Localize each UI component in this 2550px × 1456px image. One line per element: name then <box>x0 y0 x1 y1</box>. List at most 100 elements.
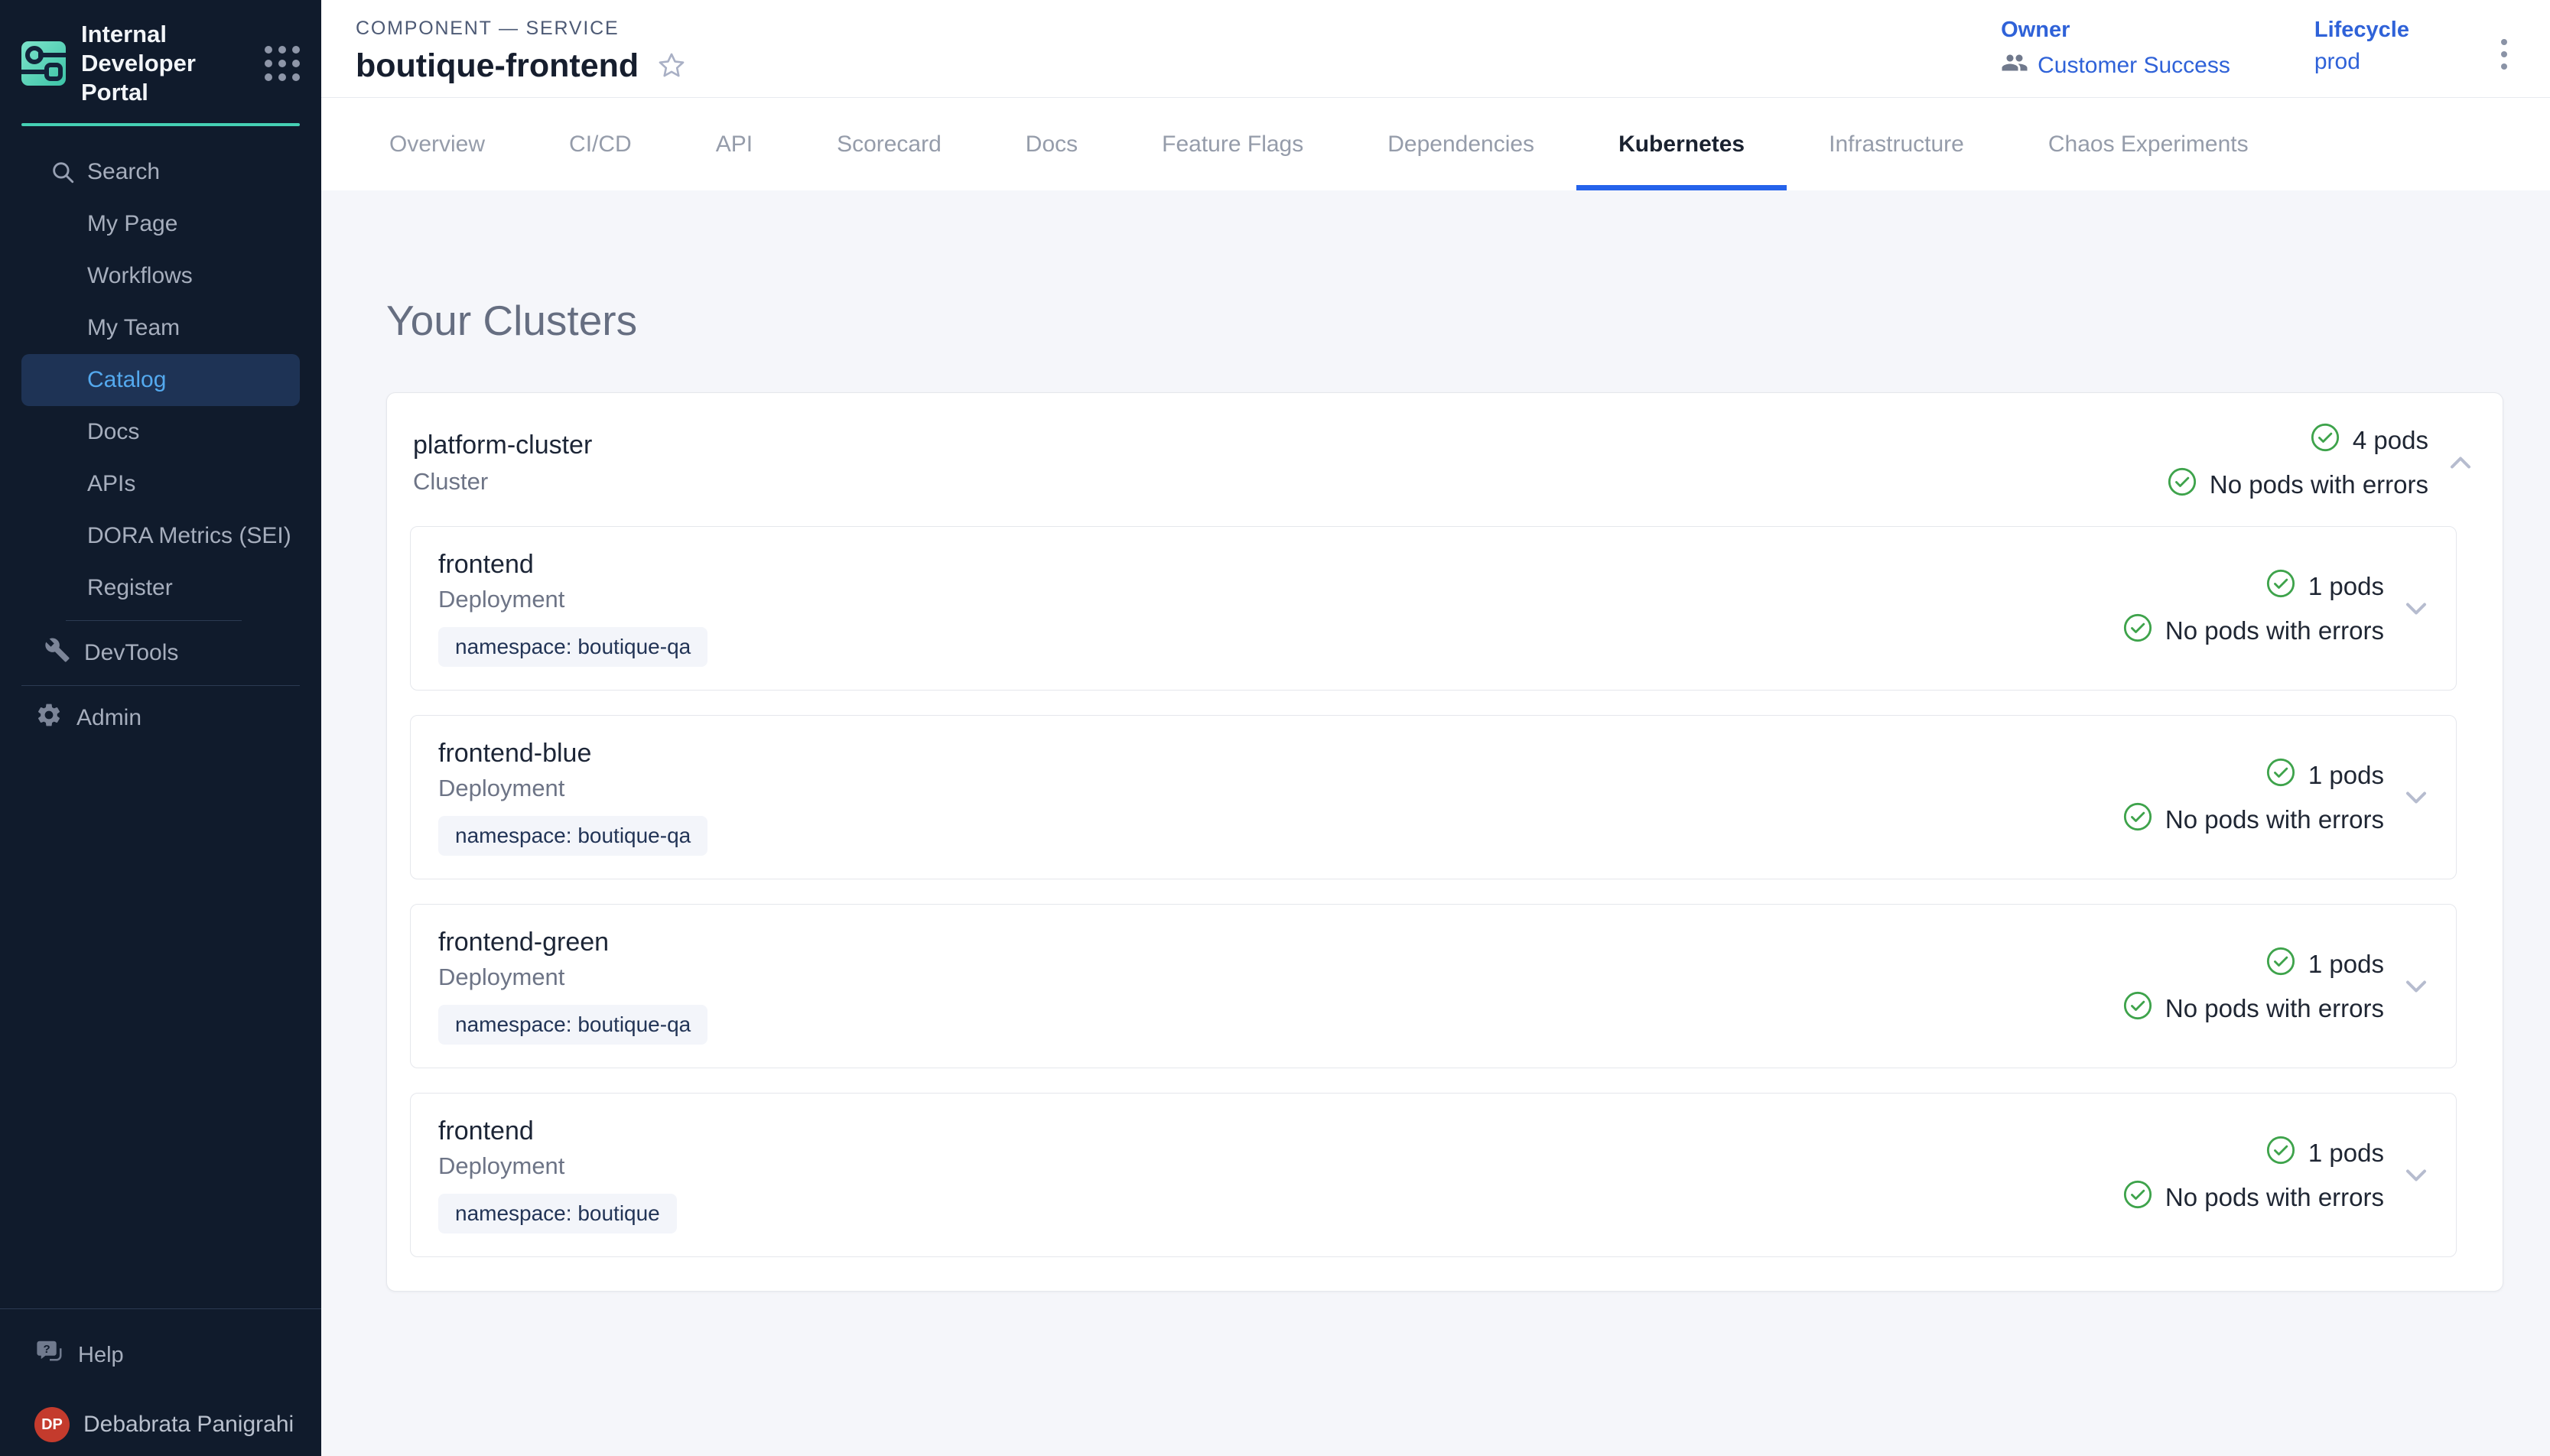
chevron-down-icon[interactable] <box>2399 781 2433 814</box>
tab-feature-flags[interactable]: Feature Flags <box>1120 98 1345 190</box>
workload-card: frontend-green Deployment namespace: bou… <box>410 904 2457 1068</box>
svg-text:?: ? <box>43 1343 50 1356</box>
app-logo-icon[interactable] <box>21 41 66 86</box>
check-circle-icon <box>2265 946 2296 983</box>
sidebar-item-label: Docs <box>87 419 139 445</box>
sidebar-item-label: My Team <box>87 315 180 341</box>
tab-infrastructure[interactable]: Infrastructure <box>1787 98 2006 190</box>
tab-label: Infrastructure <box>1829 132 1964 158</box>
workload-type: Deployment <box>438 964 707 991</box>
tab-kubernetes[interactable]: Kubernetes <box>1576 98 1787 190</box>
user-avatar: DP <box>34 1407 70 1442</box>
tab-label: API <box>716 132 753 158</box>
workload-card: frontend Deployment namespace: boutique-… <box>410 526 2457 691</box>
lifecycle-label: Lifecycle <box>2314 18 2409 43</box>
check-circle-icon <box>2167 466 2197 503</box>
user-menu[interactable]: DP Debabrata Panigrahi <box>0 1407 321 1456</box>
cluster-type: Cluster <box>413 468 592 496</box>
workload-errors-status: No pods with errors <box>2165 805 2384 834</box>
tab-label: Dependencies <box>1387 132 1534 158</box>
tab-chaos-experiments[interactable]: Chaos Experiments <box>2006 98 2291 190</box>
owner-link[interactable]: Customer Success <box>2001 49 2230 83</box>
sidebar-item-register[interactable]: Register <box>21 562 300 614</box>
check-circle-icon <box>2122 1179 2153 1216</box>
cluster-card: platform-cluster Cluster 4 pods <box>386 392 2503 1292</box>
chevron-down-icon[interactable] <box>2399 1159 2433 1192</box>
sidebar-item-docs[interactable]: Docs <box>21 406 300 458</box>
cluster-name: platform-cluster <box>413 431 592 460</box>
people-icon <box>2001 49 2028 83</box>
workload-name: frontend <box>438 1116 677 1146</box>
workload-name: frontend-blue <box>438 739 707 769</box>
chevron-down-icon[interactable] <box>2399 592 2433 626</box>
entity-tabs: Overview CI/CD API Scorecard Docs Featur… <box>321 98 2550 190</box>
divider <box>21 685 300 686</box>
check-circle-icon <box>2310 422 2340 459</box>
owner-group: Owner Customer Success <box>2001 18 2230 83</box>
check-circle-icon <box>2122 801 2153 838</box>
main-area: COMPONENT — SERVICE boutique-frontend Ow… <box>321 0 2550 1456</box>
gear-icon <box>35 701 63 735</box>
chevron-down-icon[interactable] <box>2399 970 2433 1003</box>
tab-overview[interactable]: Overview <box>347 98 527 190</box>
tab-dependencies[interactable]: Dependencies <box>1345 98 1576 190</box>
sidebar-header: Internal Developer Portal <box>0 0 321 106</box>
workload-pods-count: 1 pods <box>2308 1139 2384 1168</box>
sidebar-item-label: Help <box>78 1343 124 1368</box>
section-heading: Your Clusters <box>386 296 2550 345</box>
sidebar-accent-divider <box>21 123 300 126</box>
chevron-up-icon[interactable] <box>2444 446 2477 479</box>
workload-pods-count: 1 pods <box>2308 950 2384 979</box>
cluster-header[interactable]: platform-cluster Cluster 4 pods <box>387 393 2503 526</box>
more-options-kebab-icon[interactable] <box>2493 28 2515 80</box>
apps-grid-icon[interactable] <box>265 46 300 81</box>
sidebar-item-admin[interactable]: Admin <box>0 692 321 744</box>
workload-type: Deployment <box>438 586 707 613</box>
divider <box>66 620 242 621</box>
tab-api[interactable]: API <box>674 98 795 190</box>
tab-docs[interactable]: Docs <box>984 98 1120 190</box>
app-root: Internal Developer Portal Search My Page… <box>0 0 2550 1456</box>
tab-scorecard[interactable]: Scorecard <box>795 98 984 190</box>
check-circle-icon <box>2265 757 2296 794</box>
sidebar-item-apis[interactable]: APIs <box>21 458 300 510</box>
sidebar-item-label: Admin <box>76 705 141 731</box>
owner-value: Customer Success <box>2038 53 2230 79</box>
workload-errors-status: No pods with errors <box>2165 994 2384 1023</box>
tab-label: Docs <box>1026 132 1078 158</box>
tab-label: Kubernetes <box>1618 132 1745 158</box>
namespace-chip: namespace: boutique-qa <box>438 816 707 856</box>
sidebar-item-my-page[interactable]: My Page <box>21 198 300 250</box>
app-title: Internal Developer Portal <box>81 20 249 106</box>
divider <box>0 1308 321 1309</box>
check-circle-icon <box>2265 1135 2296 1172</box>
sidebar-item-search[interactable]: Search <box>21 146 300 198</box>
workload-type: Deployment <box>438 775 707 802</box>
sidebar-item-label: Workflows <box>87 263 193 289</box>
workload-errors-status: No pods with errors <box>2165 1183 2384 1212</box>
tab-ci-cd[interactable]: CI/CD <box>527 98 674 190</box>
sidebar-item-label: My Page <box>87 211 177 237</box>
tab-label: Feature Flags <box>1162 132 1303 158</box>
sidebar-item-dora-metrics-sei-[interactable]: DORA Metrics (SEI) <box>21 510 300 562</box>
sidebar-item-workflows[interactable]: Workflows <box>21 250 300 302</box>
tab-label: Scorecard <box>837 132 942 158</box>
user-name: Debabrata Panigrahi <box>83 1412 294 1438</box>
sidebar-item-help[interactable]: ? Help <box>0 1329 321 1381</box>
workload-name: frontend-green <box>438 928 707 957</box>
sidebar-item-devtools[interactable]: DevTools <box>0 627 321 679</box>
breadcrumb: COMPONENT — SERVICE <box>356 18 688 40</box>
sidebar-item-my-team[interactable]: My Team <box>21 302 300 354</box>
sidebar-item-label: Catalog <box>87 367 166 393</box>
tab-label: Chaos Experiments <box>2048 132 2249 158</box>
workload-type: Deployment <box>438 1152 677 1180</box>
workload-errors-status: No pods with errors <box>2165 616 2384 645</box>
workload-pods-count: 1 pods <box>2308 572 2384 601</box>
favorite-star-icon[interactable] <box>655 50 688 82</box>
cluster-pods-count: 4 pods <box>2353 426 2428 455</box>
help-chat-icon: ? <box>35 1337 64 1373</box>
search-icon <box>49 158 76 186</box>
sidebar-item-label: DevTools <box>84 640 178 666</box>
check-circle-icon <box>2265 568 2296 605</box>
sidebar-item-catalog[interactable]: Catalog <box>21 354 300 406</box>
